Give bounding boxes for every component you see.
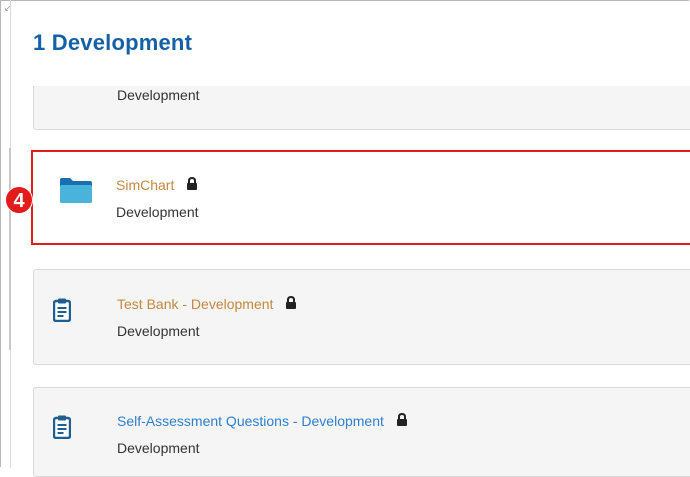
item-subtitle: Development — [117, 440, 200, 456]
list-item[interactable]: Development — [33, 86, 690, 130]
item-subtitle: Development — [117, 323, 200, 339]
item-subtitle: Development — [116, 204, 199, 220]
item-title[interactable]: Test Bank - Development — [117, 296, 273, 312]
left-divider-highlight — [9, 148, 11, 350]
item-subtitle: Development — [117, 87, 200, 103]
list-item-self-assessment[interactable]: Self-Assessment Questions - Development … — [33, 387, 690, 477]
list-item-simchart[interactable]: SimChart Development — [31, 150, 690, 245]
item-title[interactable]: Self-Assessment Questions - Development — [117, 413, 384, 429]
folder-icon — [59, 176, 93, 209]
document-icon — [52, 415, 72, 444]
item-title-link[interactable]: SimChart — [116, 176, 198, 193]
lock-icon — [186, 176, 198, 193]
item-title-link[interactable]: Self-Assessment Questions - Development — [117, 412, 408, 429]
lock-icon — [285, 295, 297, 312]
list-item-test-bank[interactable]: Test Bank - Development Development — [33, 269, 690, 365]
lock-icon — [396, 412, 408, 429]
item-title[interactable]: SimChart — [116, 177, 174, 193]
section-title: 1 Development — [33, 30, 193, 55]
item-title-link[interactable]: Test Bank - Development — [117, 295, 297, 312]
document-icon — [52, 298, 72, 327]
step-number-badge: 4 — [5, 186, 33, 214]
